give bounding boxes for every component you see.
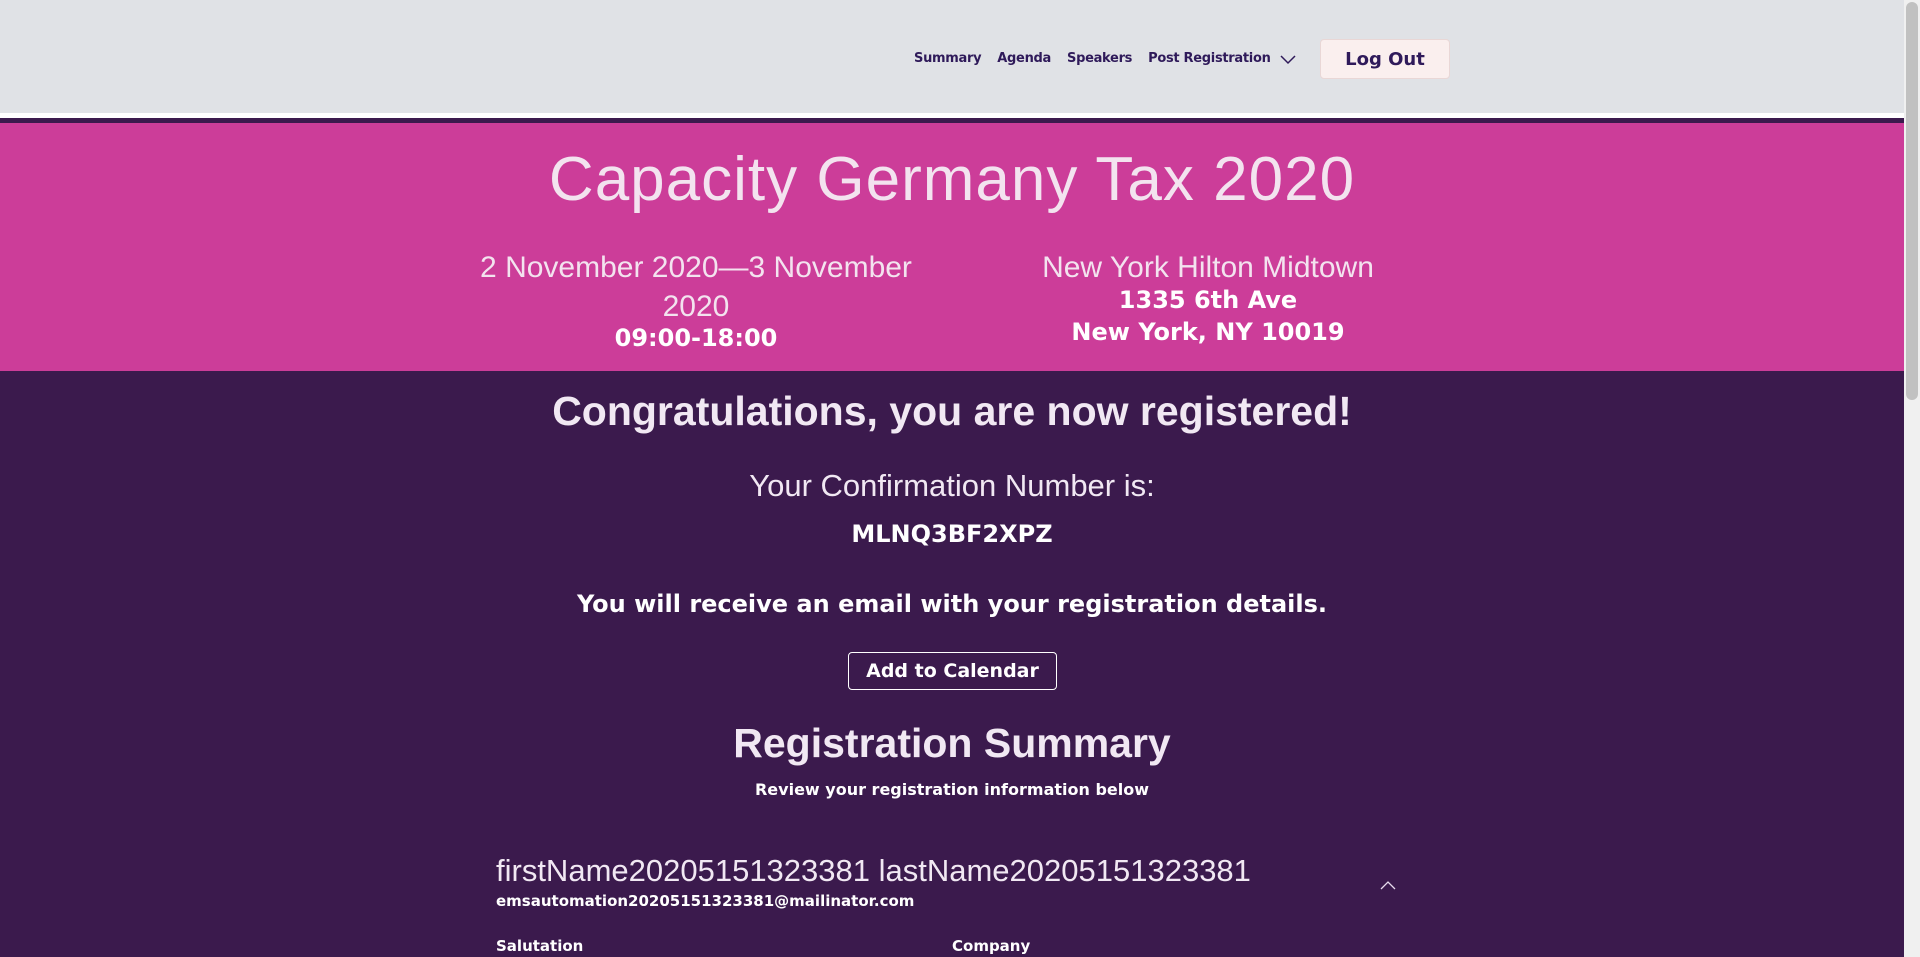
top-header: Summary Agenda Speakers Post Registratio… [0,0,1904,118]
add-to-calendar-button[interactable]: Add to Calendar [848,652,1057,690]
scrollbar-thumb[interactable] [1906,2,1918,400]
confirmation-number: MLNQ3BF2XPZ [851,520,1053,548]
nav-agenda[interactable]: Agenda [997,49,1051,69]
chevron-up-icon[interactable] [1379,879,1397,891]
chevron-down-icon[interactable] [1279,53,1297,65]
venue-address-line2: New York, NY 10019 [1071,318,1345,346]
confirmation-number-label: Your Confirmation Number is: [749,468,1155,503]
nav-summary[interactable]: Summary [914,49,982,69]
main-nav: Summary Agenda Speakers Post Registratio… [914,49,1297,69]
registrant-name: firstName20205151323381 lastName20205151… [496,853,1251,888]
nav-speakers[interactable]: Speakers [1067,49,1132,69]
confirmation-section: Congratulations, you are now registered!… [0,371,1904,957]
congrats-heading: Congratulations, you are now registered! [552,388,1352,434]
nav-post-registration[interactable]: Post Registration [1148,49,1271,69]
registration-summary-subtitle: Review your registration information bel… [754,780,1150,799]
page: Summary Agenda Speakers Post Registratio… [0,0,1904,957]
event-time: 09:00-18:00 [614,324,778,352]
logout-button[interactable]: Log Out [1320,39,1450,79]
registration-summary-title: Registration Summary [733,720,1171,766]
event-dates: 2 November 2020—3 November 2020 [480,251,912,323]
event-banner: Capacity Germany Tax 2020 2 November 202… [0,123,1904,371]
event-title: Capacity Germany Tax 2020 [548,145,1356,214]
venue-address-line1: 1335 6th Ave [1118,286,1298,314]
salutation-label: Salutation [496,937,584,955]
nav-post-registration-dropdown[interactable]: Post Registration [1148,49,1296,69]
registrant-email: emsautomation20205151323381@mailinator.c… [496,892,915,910]
event-venue: New York Hilton Midtown [1042,251,1374,284]
company-label: Company [952,937,1031,955]
email-notice: You will receive an email with your regi… [577,590,1327,618]
